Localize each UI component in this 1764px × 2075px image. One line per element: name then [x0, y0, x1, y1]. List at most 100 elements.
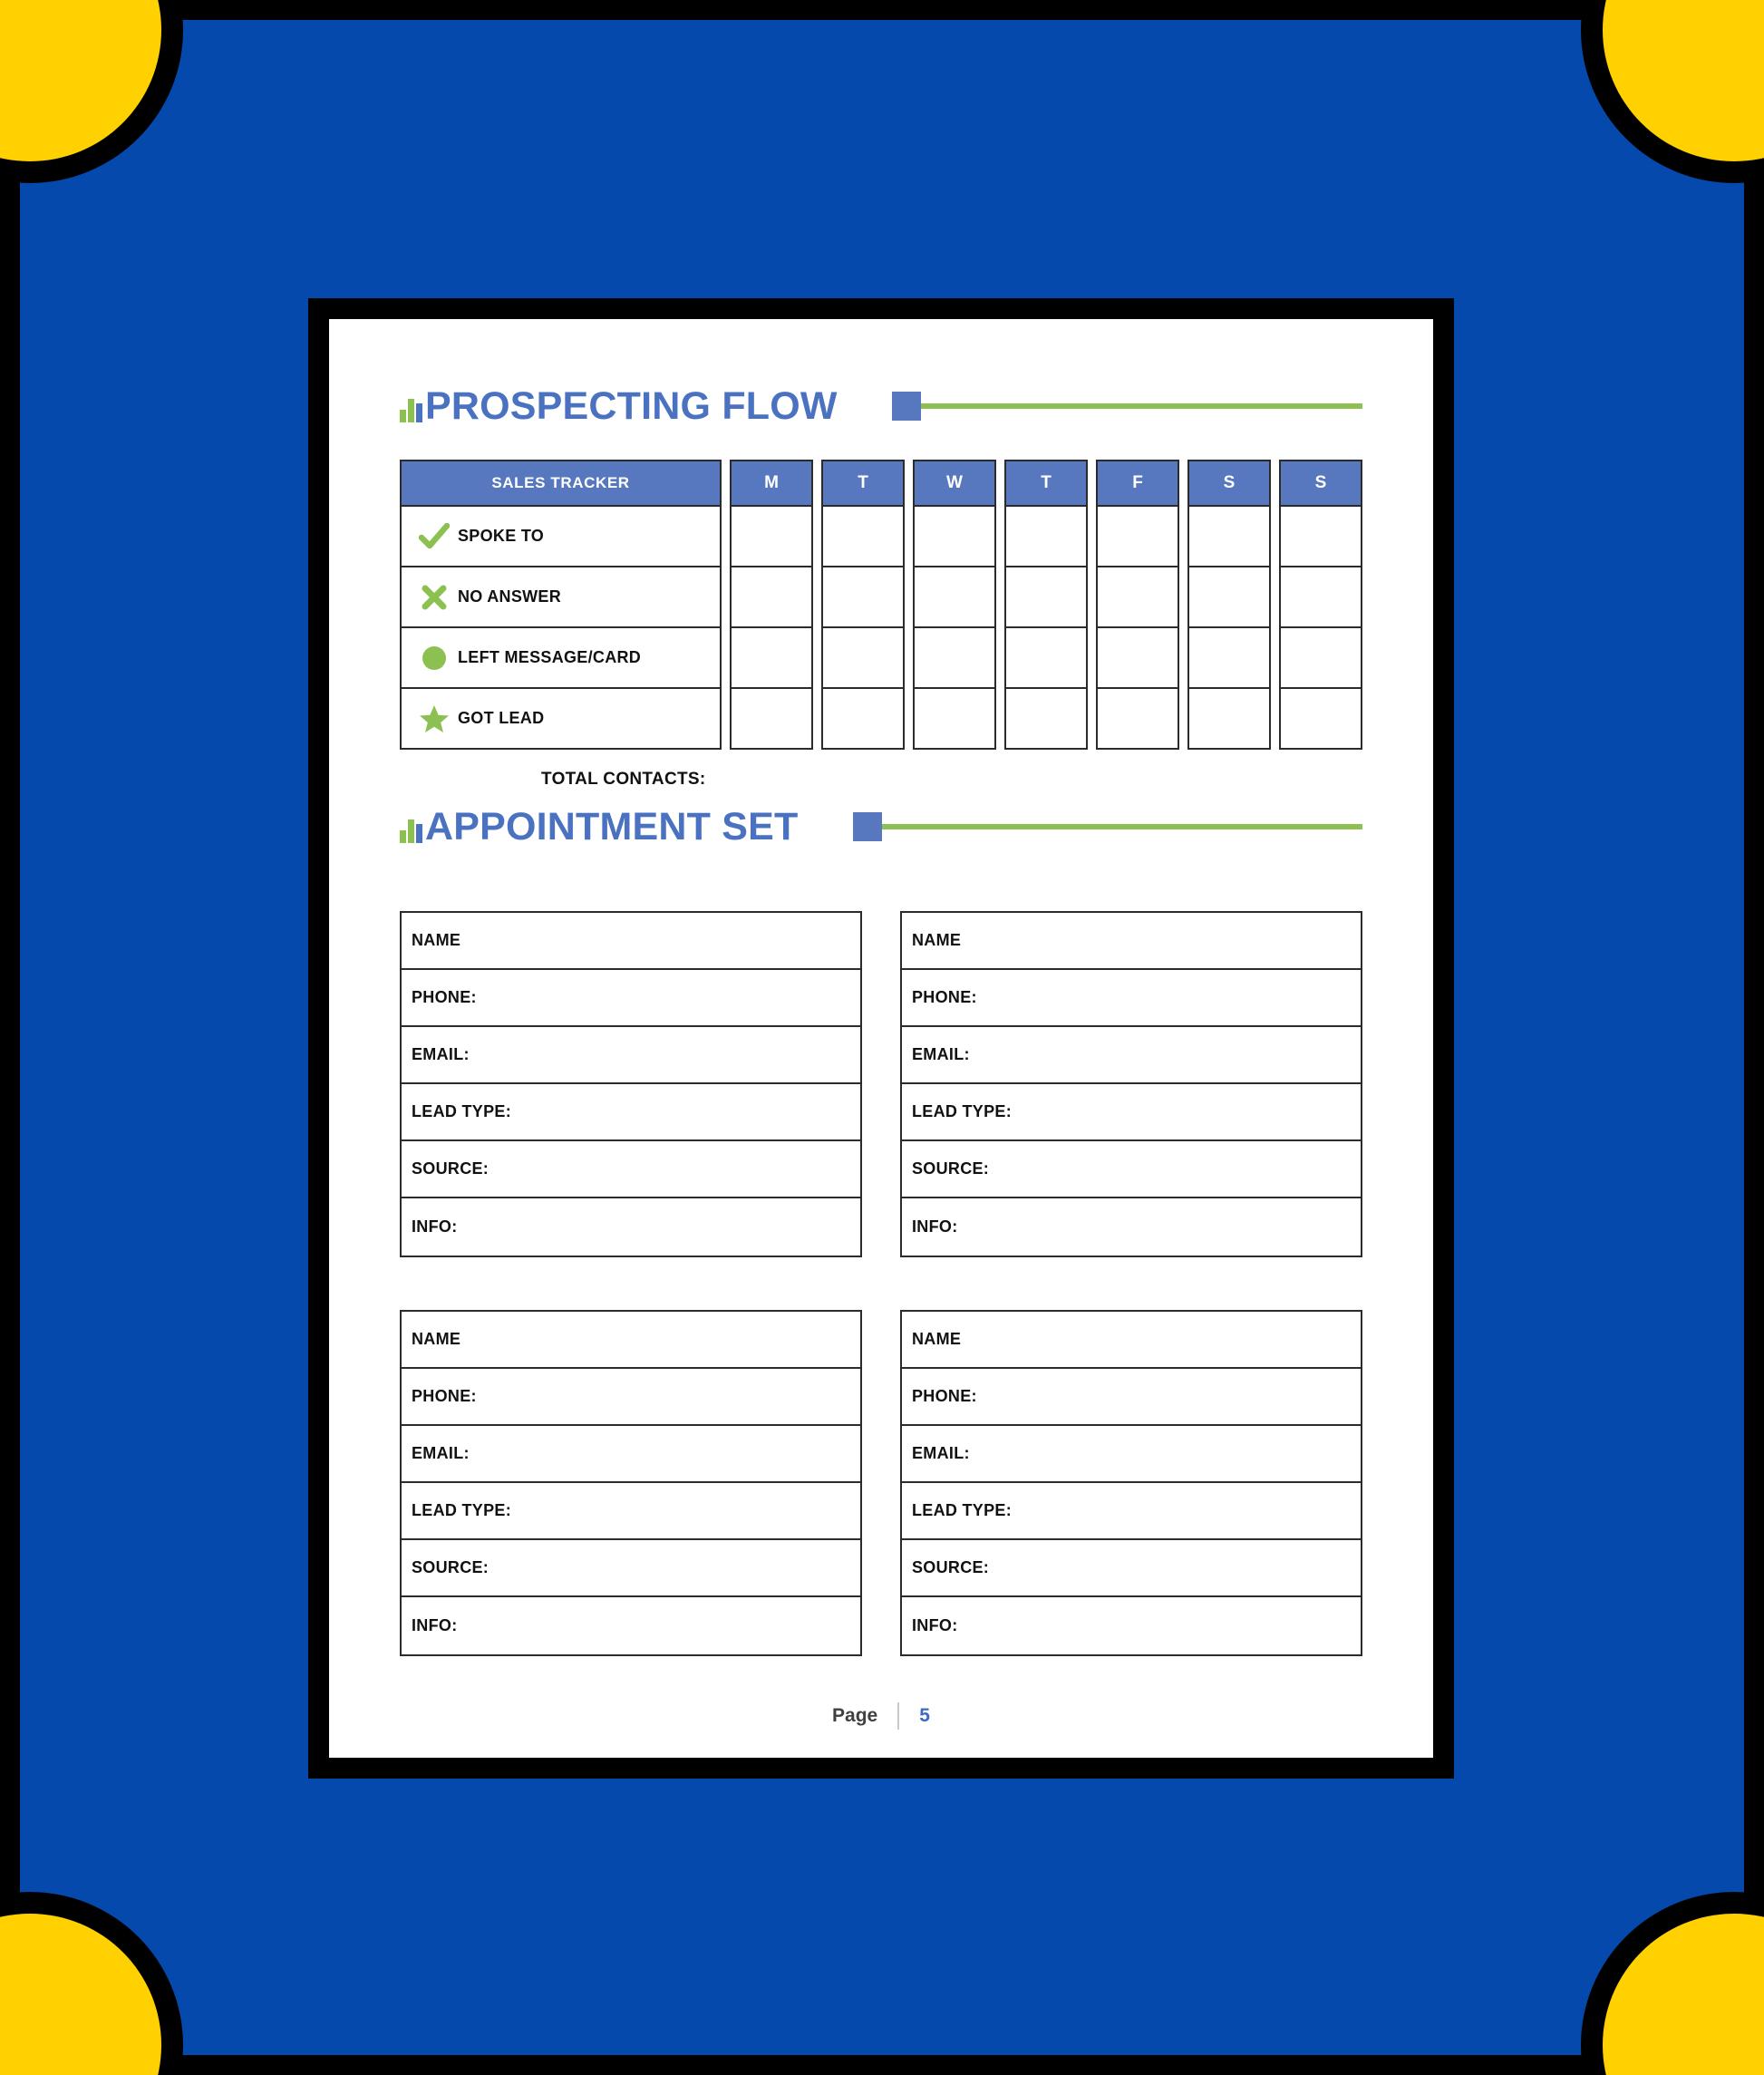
bar-chart-icon: [400, 392, 423, 422]
check-icon: [411, 522, 458, 550]
tracker-cell[interactable]: [730, 567, 813, 628]
tracker-row-got-lead: GOT LEAD: [400, 689, 722, 750]
field-source[interactable]: SOURCE:: [902, 1540, 1361, 1597]
field-name[interactable]: NAME: [902, 1312, 1361, 1369]
bar-chart-icon: [400, 812, 423, 843]
accent-square-icon: [852, 812, 882, 841]
page-black-frame: PROSPECTING FLOW SALES TRACKER SPOKE TO …: [308, 298, 1454, 1779]
day-header: M: [730, 460, 813, 507]
worksheet-canvas: PROSPECTING FLOW SALES TRACKER SPOKE TO …: [0, 0, 1764, 2075]
tracker-cell[interactable]: [730, 628, 813, 689]
tracker-day-column-friday: F: [1096, 460, 1179, 750]
field-email[interactable]: EMAIL:: [902, 1426, 1361, 1483]
total-contacts-label: TOTAL CONTACTS:: [541, 770, 706, 789]
tracker-day-column-thursday: T: [1004, 460, 1088, 750]
field-info[interactable]: INFO:: [402, 1597, 860, 1654]
appointment-card-4: NAME PHONE: EMAIL: LEAD TYPE: SOURCE: IN…: [900, 1310, 1362, 1656]
tracker-cell[interactable]: [913, 507, 996, 567]
tracker-cell[interactable]: [1187, 689, 1271, 750]
tracker-cell[interactable]: [1279, 567, 1362, 628]
tracker-row-spoke-to: SPOKE TO: [400, 507, 722, 567]
tracker-day-column-tuesday: T: [821, 460, 905, 750]
tracker-cell[interactable]: [1004, 689, 1088, 750]
tracker-row-left-message: LEFT MESSAGE/CARD: [400, 628, 722, 689]
field-lead-type[interactable]: LEAD TYPE:: [902, 1084, 1361, 1141]
tracker-cell[interactable]: [821, 689, 905, 750]
tracker-cell[interactable]: [1279, 628, 1362, 689]
field-info[interactable]: INFO:: [902, 1198, 1361, 1256]
field-name[interactable]: NAME: [402, 1312, 860, 1369]
tracker-cell[interactable]: [730, 507, 813, 567]
day-header: T: [1004, 460, 1088, 507]
tracker-cell[interactable]: [913, 689, 996, 750]
day-header: T: [821, 460, 905, 507]
tracker-row-label: LEFT MESSAGE/CARD: [458, 648, 642, 666]
day-header: W: [913, 460, 996, 507]
field-phone[interactable]: PHONE:: [902, 1369, 1361, 1426]
sales-tracker-table: SALES TRACKER SPOKE TO NO ANSWER LEFT ME…: [400, 460, 1362, 750]
cross-icon: [411, 584, 458, 611]
field-email[interactable]: EMAIL:: [902, 1027, 1361, 1084]
tracker-cell[interactable]: [1096, 567, 1179, 628]
star-icon: [411, 704, 458, 733]
field-info[interactable]: INFO:: [902, 1597, 1361, 1654]
field-phone[interactable]: PHONE:: [402, 970, 860, 1027]
tracker-cell[interactable]: [821, 567, 905, 628]
tracker-row-label: SPOKE TO: [458, 527, 545, 545]
tracker-cell[interactable]: [730, 689, 813, 750]
field-source[interactable]: SOURCE:: [402, 1141, 860, 1198]
field-name[interactable]: NAME: [902, 913, 1361, 970]
tracker-day-column-saturday: S: [1187, 460, 1271, 750]
tracker-row-label: GOT LEAD: [458, 709, 545, 727]
tracker-day-column-wednesday: W: [913, 460, 996, 750]
tracker-cell[interactable]: [1187, 628, 1271, 689]
tracker-cell[interactable]: [1187, 567, 1271, 628]
field-lead-type[interactable]: LEAD TYPE:: [402, 1084, 860, 1141]
tracker-cell[interactable]: [913, 567, 996, 628]
tracker-cell[interactable]: [1279, 507, 1362, 567]
field-phone[interactable]: PHONE:: [902, 970, 1361, 1027]
tracker-cell[interactable]: [1004, 507, 1088, 567]
field-email[interactable]: EMAIL:: [402, 1426, 860, 1483]
appointment-title: APPOINTMENT SET: [425, 804, 799, 848]
appointment-section-header: APPOINTMENT SET: [400, 799, 1362, 855]
appointment-card-row: NAME PHONE: EMAIL: LEAD TYPE: SOURCE: IN…: [400, 911, 1362, 1257]
field-email[interactable]: EMAIL:: [402, 1027, 860, 1084]
field-source[interactable]: SOURCE:: [402, 1540, 860, 1597]
appointment-card-3: NAME PHONE: EMAIL: LEAD TYPE: SOURCE: IN…: [400, 1310, 862, 1656]
page-footer: Page 5: [400, 1698, 1362, 1734]
tracker-label-column: SALES TRACKER SPOKE TO NO ANSWER LEFT ME…: [400, 460, 722, 750]
field-lead-type[interactable]: LEAD TYPE:: [902, 1483, 1361, 1540]
tracker-row-no-answer: NO ANSWER: [400, 567, 722, 628]
prospecting-title: PROSPECTING FLOW: [425, 383, 838, 428]
day-header: S: [1187, 460, 1271, 507]
tracker-cell[interactable]: [1096, 689, 1179, 750]
accent-line: [920, 403, 1362, 409]
tracker-cell[interactable]: [913, 628, 996, 689]
appointment-card-row: NAME PHONE: EMAIL: LEAD TYPE: SOURCE: IN…: [400, 1310, 1362, 1656]
worksheet-page: PROSPECTING FLOW SALES TRACKER SPOKE TO …: [329, 319, 1433, 1758]
tracker-cell[interactable]: [1187, 507, 1271, 567]
appointment-card-1: NAME PHONE: EMAIL: LEAD TYPE: SOURCE: IN…: [400, 911, 862, 1257]
tracker-cell[interactable]: [821, 507, 905, 567]
field-name[interactable]: NAME: [402, 913, 860, 970]
tracker-row-label: NO ANSWER: [458, 587, 562, 606]
tracker-cell[interactable]: [821, 628, 905, 689]
field-phone[interactable]: PHONE:: [402, 1369, 860, 1426]
tracker-cell[interactable]: [1096, 628, 1179, 689]
circle-icon: [411, 645, 458, 672]
page-label: Page: [832, 1705, 878, 1726]
field-source[interactable]: SOURCE:: [902, 1141, 1361, 1198]
day-header: S: [1279, 460, 1362, 507]
tracker-cell[interactable]: [1004, 628, 1088, 689]
page-number: 5: [919, 1705, 930, 1726]
prospecting-section-header: PROSPECTING FLOW: [400, 378, 1362, 434]
tracker-cell[interactable]: [1004, 567, 1088, 628]
tracker-cell[interactable]: [1096, 507, 1179, 567]
field-lead-type[interactable]: LEAD TYPE:: [402, 1483, 860, 1540]
appointment-cards: NAME PHONE: EMAIL: LEAD TYPE: SOURCE: IN…: [400, 911, 1362, 1656]
field-info[interactable]: INFO:: [402, 1198, 860, 1256]
accent-line: [881, 824, 1362, 829]
accent-square-icon: [891, 392, 921, 421]
tracker-cell[interactable]: [1279, 689, 1362, 750]
